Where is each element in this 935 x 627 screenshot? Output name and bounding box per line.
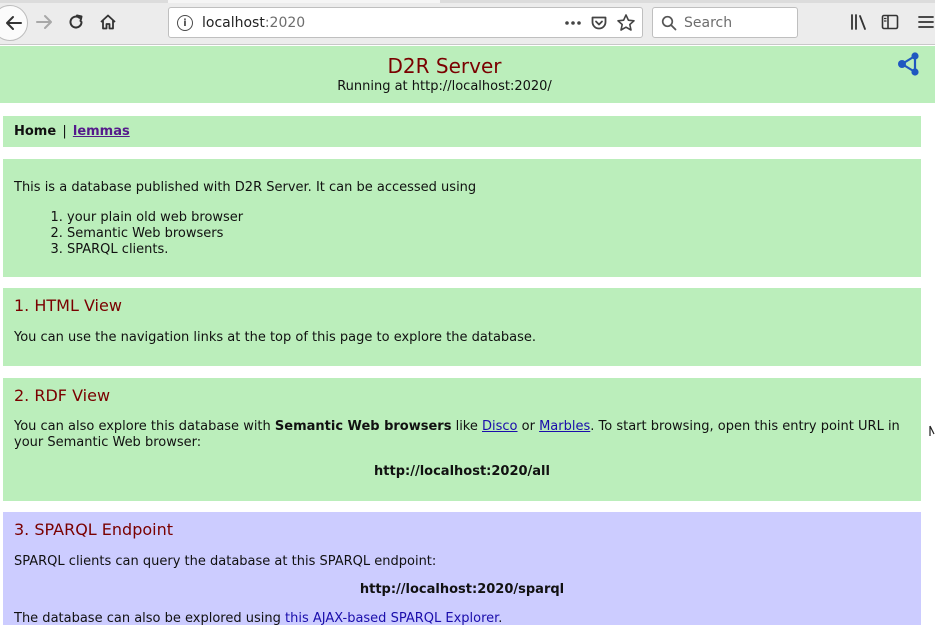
rdf-view-text: You can also explore this database with … [14, 419, 910, 451]
page-actions [564, 13, 636, 33]
forward-button[interactable] [30, 8, 58, 36]
rdf-entry-url: http://localhost:2020/all [374, 464, 550, 479]
back-button[interactable] [0, 5, 28, 41]
search-placeholder: Search [684, 15, 733, 31]
html-view-text: You can use the navigation links at the … [14, 330, 537, 345]
bookmark-star-icon[interactable] [616, 13, 636, 33]
sparql-text-part: . [498, 611, 503, 626]
tab-strip-edge [0, 0, 935, 3]
tab-edge-right [440, 0, 935, 3]
disco-link[interactable]: Disco [482, 419, 518, 434]
forward-icon [36, 15, 52, 29]
search-icon [661, 15, 677, 31]
tab-edge-left [0, 0, 168, 3]
sparql-text-part: The database can also be explored using [14, 611, 285, 626]
site-info-icon[interactable]: i [177, 15, 193, 31]
share-graph-icon[interactable] [896, 51, 922, 77]
reload-icon [69, 14, 83, 29]
section-title-html-view: 1. HTML View [14, 296, 122, 315]
page-content: D2R Server Running at http://localhost:2… [0, 46, 935, 626]
home-icon [100, 14, 116, 30]
reload-button[interactable] [62, 8, 90, 36]
address-url[interactable]: localhost:2020 [202, 15, 305, 31]
back-icon [6, 16, 22, 30]
sparql-endpoint-section: 3. SPARQL Endpoint SPARQL clients can qu… [3, 512, 921, 626]
page-header: D2R Server Running at http://localhost:2… [0, 46, 935, 103]
browser-toolbar: i localhost:2020 Search [0, 0, 935, 45]
list-item: Semantic Web browsers [67, 226, 910, 242]
nav-separator: | [62, 124, 67, 139]
library-icon[interactable] [849, 12, 869, 32]
address-bar[interactable]: i localhost:2020 [168, 7, 643, 38]
rdf-text-part: or [517, 419, 540, 434]
page-subtitle: Running at http://localhost:2020/ [337, 79, 552, 94]
access-methods-list: your plain old web browser Semantic Web … [14, 210, 910, 258]
home-button[interactable] [94, 8, 122, 36]
intro-section: This is a database published with D2R Se… [3, 159, 921, 277]
cursor-icon [929, 425, 935, 436]
nav-home: Home [14, 124, 57, 139]
navigation-bar: Home | lemmas [3, 116, 921, 147]
sidebar-icon[interactable] [880, 12, 900, 32]
nav-link-lemmas[interactable]: lemmas [73, 124, 130, 139]
sparql-text: SPARQL clients can query the database at… [14, 554, 437, 569]
rdf-text-part: like [451, 419, 483, 434]
sparql-explorer-link[interactable]: this AJAX-based SPARQL Explorer [285, 611, 498, 626]
pocket-icon[interactable] [590, 14, 608, 32]
url-port: :2020 [264, 15, 306, 31]
section-title-sparql: 3. SPARQL Endpoint [14, 520, 173, 539]
menu-icon[interactable] [917, 12, 935, 32]
rdf-view-section: 2. RDF View You can also explore this da… [3, 378, 921, 501]
search-bar[interactable]: Search [652, 7, 798, 38]
section-title-rdf-view: 2. RDF View [14, 386, 111, 405]
rdf-text-part: You can also explore this database with [14, 419, 275, 434]
html-view-section: 1. HTML View You can use the navigation … [3, 288, 921, 366]
url-host: localhost [202, 15, 265, 31]
sparql-endpoint-url: http://localhost:2020/sparql [359, 582, 565, 597]
rdf-bold-text: Semantic Web browsers [274, 419, 452, 434]
intro-text: This is a database published with D2R Se… [14, 180, 477, 195]
list-item: SPARQL clients. [67, 242, 910, 258]
page-title: D2R Server [387, 54, 502, 78]
page-actions-icon[interactable] [564, 14, 582, 32]
marbles-link[interactable]: Marbles [539, 419, 590, 434]
list-item: your plain old web browser [67, 210, 910, 226]
